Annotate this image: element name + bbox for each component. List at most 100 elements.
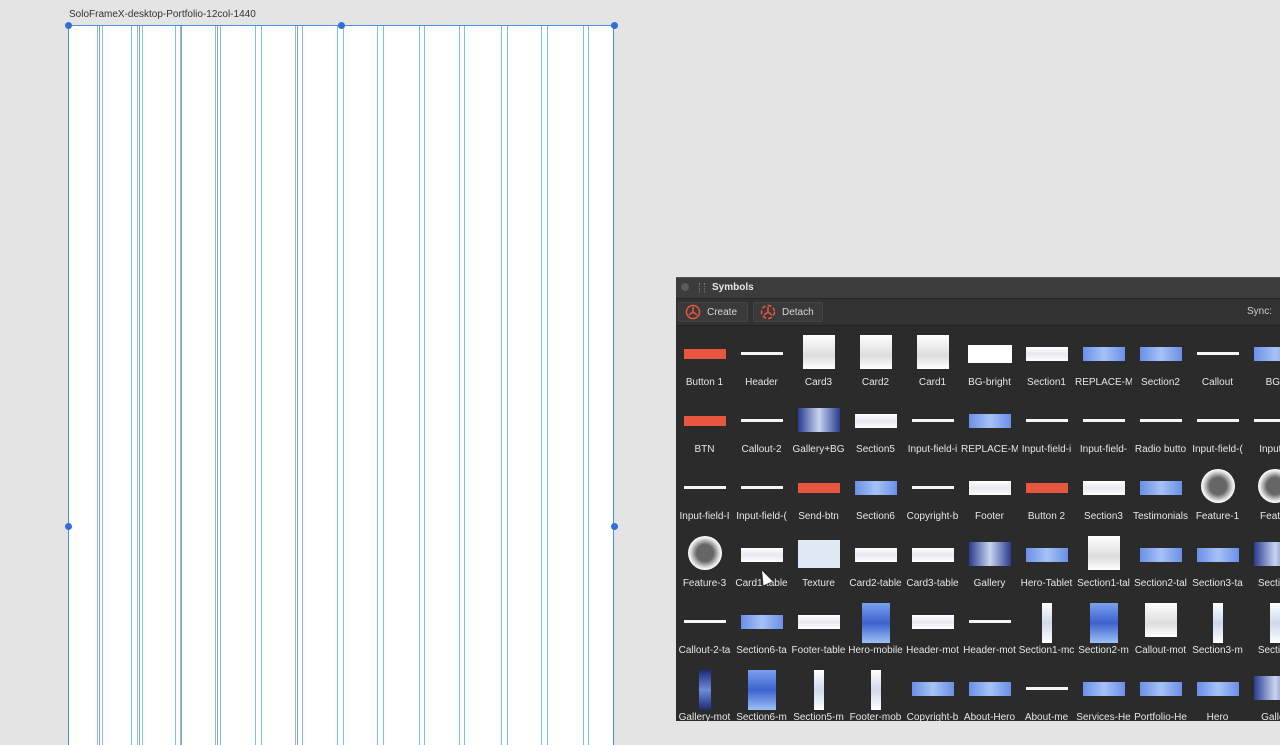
- symbol-label: Card3-table: [904, 578, 961, 589]
- symbol-label: Gallery+BG: [790, 444, 847, 455]
- symbol-item[interactable]: Section: [1246, 536, 1280, 603]
- symbol-label: Button 1: [676, 377, 733, 388]
- symbol-item[interactable]: Callout-mot: [1132, 603, 1189, 670]
- symbol-item[interactable]: Header-mot: [904, 603, 961, 670]
- artboard-canvas[interactable]: [68, 25, 614, 745]
- symbol-item[interactable]: About-Hero: [961, 670, 1018, 721]
- symbol-item[interactable]: Input-field-: [1075, 402, 1132, 469]
- symbol-item[interactable]: Section3: [1075, 469, 1132, 536]
- symbol-item[interactable]: Card3: [790, 335, 847, 402]
- column-guide: [261, 26, 262, 745]
- symbol-item[interactable]: Card1: [904, 335, 961, 402]
- symbol-item[interactable]: Copyright-b: [904, 670, 961, 721]
- symbol-item[interactable]: Hero: [1189, 670, 1246, 721]
- symbol-item[interactable]: Section2: [1132, 335, 1189, 402]
- symbol-thumbnail: [684, 486, 726, 489]
- symbol-label: Section5: [847, 444, 904, 455]
- symbol-item[interactable]: Section5: [847, 402, 904, 469]
- grip-icon[interactable]: [699, 283, 705, 293]
- symbol-item[interactable]: Section2-tal: [1132, 536, 1189, 603]
- symbol-item[interactable]: Button 2: [1018, 469, 1075, 536]
- symbol-item[interactable]: Section2-m: [1075, 603, 1132, 670]
- symbol-label: Copyright-b: [904, 511, 961, 522]
- symbol-item[interactable]: Copyright-b: [904, 469, 961, 536]
- symbol-label: Section1-mc: [1018, 645, 1075, 656]
- symbol-item[interactable]: Section1-tal: [1075, 536, 1132, 603]
- symbol-label: Section: [1246, 578, 1280, 589]
- symbol-thumbnail: [855, 481, 897, 495]
- symbol-item[interactable]: Section1: [1018, 335, 1075, 402]
- symbol-item[interactable]: Card3-table: [904, 536, 961, 603]
- symbol-item[interactable]: Gallery-mot: [676, 670, 733, 721]
- symbol-item[interactable]: REPLACE-M: [1075, 335, 1132, 402]
- symbol-item[interactable]: Header-mot: [961, 603, 1018, 670]
- create-symbol-button[interactable]: Create: [678, 302, 748, 322]
- symbol-label: Featur: [1246, 511, 1280, 522]
- symbol-item[interactable]: Section5-m: [790, 670, 847, 721]
- symbol-item[interactable]: Featur: [1246, 469, 1280, 536]
- symbol-item[interactable]: Callout-2: [733, 402, 790, 469]
- panel-titlebar[interactable]: Symbols: [676, 278, 1280, 299]
- symbol-item[interactable]: Card2: [847, 335, 904, 402]
- symbol-thumbnail: [741, 419, 783, 422]
- symbol-label: Feature-1: [1189, 511, 1246, 522]
- symbol-item[interactable]: Input-field-(: [1189, 402, 1246, 469]
- symbol-item[interactable]: Testimonials: [1132, 469, 1189, 536]
- symbol-item[interactable]: Section3-ta: [1189, 536, 1246, 603]
- selection-handle-top-left[interactable]: [65, 22, 72, 29]
- symbol-item[interactable]: Button 1: [676, 335, 733, 402]
- selection-handle-middle-right[interactable]: [611, 523, 618, 530]
- symbol-item[interactable]: Footer: [961, 469, 1018, 536]
- symbol-item[interactable]: Hero-Tablet: [1018, 536, 1075, 603]
- symbol-thumbnail: [1140, 682, 1182, 696]
- column-guide: [297, 26, 298, 745]
- selection-handle-middle-left[interactable]: [65, 523, 72, 530]
- symbol-item[interactable]: Galler: [1246, 670, 1280, 721]
- symbol-thumbnail: [684, 416, 726, 426]
- symbol-item[interactable]: Section6-ta: [733, 603, 790, 670]
- symbol-item[interactable]: Footer-table: [790, 603, 847, 670]
- symbol-label: Section2-tal: [1132, 578, 1189, 589]
- symbol-item[interactable]: Texture: [790, 536, 847, 603]
- symbol-thumbnail: [1197, 419, 1239, 422]
- symbol-item[interactable]: Portfolio-He: [1132, 670, 1189, 721]
- detach-symbol-button[interactable]: Detach: [753, 302, 823, 322]
- symbol-item[interactable]: Input-fi: [1246, 402, 1280, 469]
- close-icon[interactable]: [681, 283, 689, 291]
- symbol-label: Section2: [1132, 377, 1189, 388]
- symbol-item[interactable]: Hero-mobile: [847, 603, 904, 670]
- column-guide: [459, 26, 460, 745]
- symbol-item[interactable]: Services-He: [1075, 670, 1132, 721]
- symbol-item[interactable]: Section: [1246, 603, 1280, 670]
- symbol-item[interactable]: Input-field-i: [1018, 402, 1075, 469]
- symbol-item[interactable]: Feature-3: [676, 536, 733, 603]
- symbol-item[interactable]: About-me: [1018, 670, 1075, 721]
- symbol-label: Send-btn: [790, 511, 847, 522]
- symbol-item[interactable]: Callout: [1189, 335, 1246, 402]
- symbol-item[interactable]: BG-: [1246, 335, 1280, 402]
- create-symbol-icon: [685, 304, 701, 320]
- symbol-item[interactable]: Input-field-i: [904, 402, 961, 469]
- selection-handle-top-right[interactable]: [611, 22, 618, 29]
- symbol-item[interactable]: Gallery+BG: [790, 402, 847, 469]
- symbol-item[interactable]: Card2-table: [847, 536, 904, 603]
- column-guide: [337, 26, 338, 745]
- selection-handle-top-center[interactable]: [338, 22, 345, 29]
- symbol-item[interactable]: Header: [733, 335, 790, 402]
- symbol-item[interactable]: Footer-mob: [847, 670, 904, 721]
- symbol-item[interactable]: BTN: [676, 402, 733, 469]
- symbol-item[interactable]: Section1-mc: [1018, 603, 1075, 670]
- symbol-item[interactable]: Gallery: [961, 536, 1018, 603]
- symbol-item[interactable]: Send-btn: [790, 469, 847, 536]
- symbol-item[interactable]: Section6: [847, 469, 904, 536]
- symbol-item[interactable]: Input-field-(: [733, 469, 790, 536]
- symbol-item[interactable]: BG-bright: [961, 335, 1018, 402]
- symbol-item[interactable]: Section6-m: [733, 670, 790, 721]
- symbol-item[interactable]: Radio butto: [1132, 402, 1189, 469]
- symbol-item[interactable]: Section3-m: [1189, 603, 1246, 670]
- symbol-item[interactable]: Callout-2-ta: [676, 603, 733, 670]
- symbol-item[interactable]: Feature-1: [1189, 469, 1246, 536]
- symbol-item[interactable]: REPLACE-M: [961, 402, 1018, 469]
- symbol-item[interactable]: Input-field-I: [676, 469, 733, 536]
- symbol-thumbnail: [1254, 419, 1280, 422]
